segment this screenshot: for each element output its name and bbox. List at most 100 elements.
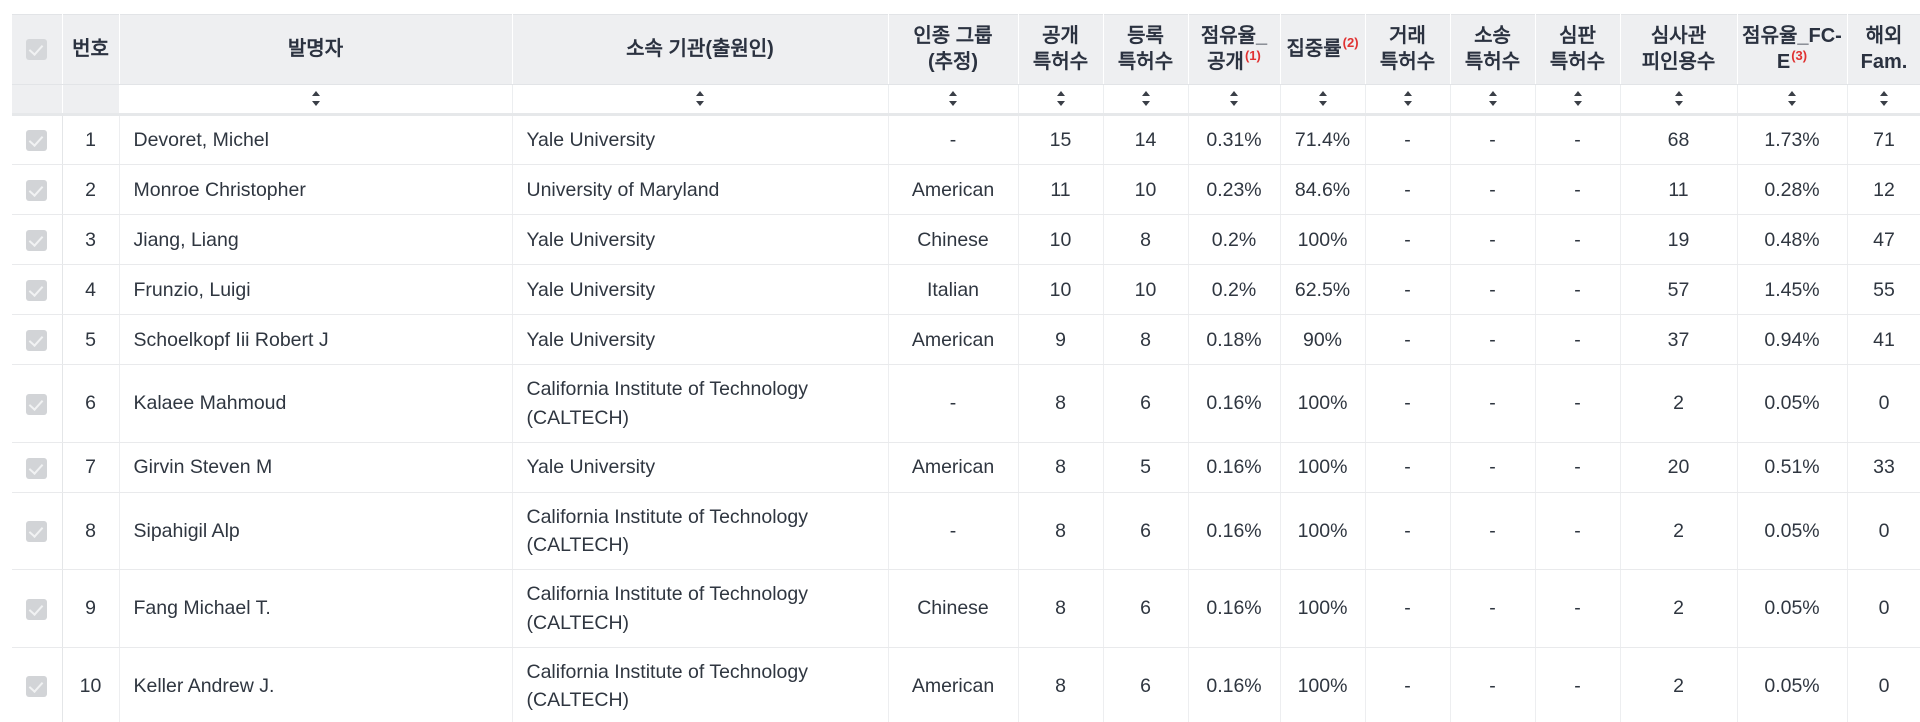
- column-header-ethnic[interactable]: 인종 그룹(추정): [888, 14, 1019, 85]
- column-header-no: 번호: [62, 14, 120, 85]
- sort-updown-icon[interactable]: [1228, 90, 1240, 108]
- sort-updown-icon[interactable]: [694, 90, 706, 108]
- sort-cell-pub[interactable]: [1018, 84, 1104, 116]
- cell-text: 2: [1673, 392, 1684, 415]
- column-header-label: 거래 특허수: [1379, 24, 1436, 73]
- sort-cell-litigation[interactable]: [1450, 84, 1536, 116]
- cell-text: 8: [85, 519, 96, 542]
- cell-text: 0.2%: [1211, 278, 1257, 301]
- row-select-cell[interactable]: [12, 364, 63, 443]
- column-header-foreign_fam[interactable]: 해외 Fam.: [1847, 14, 1920, 85]
- sort-updown-icon[interactable]: [1572, 90, 1584, 108]
- row-select-cell[interactable]: [12, 314, 63, 366]
- cell-reg: 6: [1103, 647, 1189, 722]
- cell-no: 1: [62, 114, 120, 166]
- row-select-cell[interactable]: [12, 114, 63, 166]
- cell-litigation: -: [1450, 264, 1536, 316]
- cell-inventor: Kalaee Mahmoud: [119, 364, 513, 443]
- row-checkbox[interactable]: [26, 329, 48, 351]
- cell-foreign_fam: 0: [1847, 364, 1920, 443]
- cell-share_pub: 0.16%: [1188, 647, 1281, 722]
- cell-inventor: Keller Andrew J.: [119, 647, 513, 722]
- row-checkbox[interactable]: [26, 598, 48, 620]
- column-header-litigation[interactable]: 소송 특허수: [1450, 14, 1536, 85]
- column-header-examiner_cit[interactable]: 심사관 피인용수: [1620, 14, 1738, 85]
- row-checkbox[interactable]: [26, 393, 48, 415]
- cell-share_pub: 0.31%: [1188, 114, 1281, 166]
- cell-concentration: 71.4%: [1280, 114, 1366, 166]
- sort-updown-icon[interactable]: [1317, 90, 1329, 108]
- cell-text: Monroe Christopher: [133, 178, 306, 201]
- row-select-cell[interactable]: [12, 569, 63, 648]
- sort-cell-inventor[interactable]: [119, 84, 513, 116]
- cell-text: 19: [1667, 228, 1690, 251]
- sort-updown-icon[interactable]: [310, 90, 322, 108]
- column-header-concentration[interactable]: 집중률(2): [1280, 14, 1366, 85]
- sort-updown-icon[interactable]: [1402, 90, 1414, 108]
- sort-cell-affiliation[interactable]: [512, 84, 889, 116]
- row-select-cell[interactable]: [12, 214, 63, 266]
- cell-reg: 8: [1103, 214, 1189, 266]
- column-header-share_pub[interactable]: 점유율_공개(1): [1188, 14, 1281, 85]
- table-row: 9 Fang Michael T. California Institute of …: [12, 569, 1920, 648]
- cell-litigation: -: [1450, 314, 1536, 366]
- cell-text: -: [949, 519, 957, 542]
- cell-pub: 10: [1018, 214, 1104, 266]
- cell-trade: -: [1365, 569, 1451, 648]
- sort-cell-foreign_fam[interactable]: [1847, 84, 1920, 116]
- row-select-cell[interactable]: [12, 164, 63, 216]
- row-select-cell[interactable]: [12, 647, 63, 722]
- select-all-checkbox[interactable]: [26, 38, 48, 60]
- cell-ethnic: Italian: [888, 264, 1019, 316]
- sort-updown-icon[interactable]: [1055, 90, 1067, 108]
- sort-updown-icon[interactable]: [1140, 90, 1152, 108]
- column-header-label: 해외 Fam.: [1860, 24, 1908, 73]
- column-header-trial[interactable]: 심판 특허수: [1535, 14, 1621, 85]
- cell-inventor: Girvin Steven M: [119, 442, 513, 493]
- cell-foreign_fam: 12: [1847, 164, 1920, 216]
- sort-updown-icon[interactable]: [947, 90, 959, 108]
- row-checkbox[interactable]: [26, 457, 48, 479]
- row-select-cell[interactable]: [12, 492, 63, 571]
- column-header-reg[interactable]: 등록 특허수: [1103, 14, 1189, 85]
- sort-updown-icon[interactable]: [1673, 90, 1685, 108]
- sort-cell-trade[interactable]: [1365, 84, 1451, 116]
- sort-cell-reg[interactable]: [1103, 84, 1189, 116]
- cell-no: 5: [62, 314, 120, 366]
- cell-text: 0.23%: [1206, 178, 1262, 201]
- sort-cell-share_fce[interactable]: [1737, 84, 1848, 116]
- sort-cell-ethnic[interactable]: [888, 84, 1019, 116]
- row-checkbox[interactable]: [26, 676, 48, 698]
- cell-examiner_cit: 2: [1620, 647, 1738, 722]
- cell-text: 57: [1667, 278, 1690, 301]
- column-header-label: 심사관 피인용수: [1641, 24, 1716, 73]
- table-row: 1 Devoret, Michel Yale University - 15 14 0.31…: [12, 114, 1920, 166]
- column-header-affiliation[interactable]: 소속 기관(출원인): [512, 14, 889, 85]
- column-header-trade[interactable]: 거래 특허수: [1365, 14, 1451, 85]
- cell-share_fce: 0.05%: [1737, 647, 1848, 722]
- cell-foreign_fam: 0: [1847, 569, 1920, 648]
- column-header-label: 발명자: [287, 37, 344, 60]
- sort-cell-concentration[interactable]: [1280, 84, 1366, 116]
- sort-cell-trial[interactable]: [1535, 84, 1621, 116]
- row-select-cell[interactable]: [12, 442, 63, 493]
- row-checkbox[interactable]: [26, 229, 48, 251]
- column-header-inventor[interactable]: 발명자: [119, 14, 513, 85]
- row-checkbox[interactable]: [26, 130, 48, 152]
- column-header-pub[interactable]: 공개 특허수: [1018, 14, 1104, 85]
- column-header-share_fce[interactable]: 점유율_FC-E(3): [1737, 14, 1848, 85]
- row-checkbox[interactable]: [26, 179, 48, 201]
- cell-affiliation: California Institute of Technology (CALT…: [512, 569, 889, 648]
- cell-text: 0: [1878, 392, 1890, 415]
- row-checkbox[interactable]: [26, 521, 48, 543]
- sort-cell-examiner_cit[interactable]: [1620, 84, 1738, 116]
- sort-updown-icon[interactable]: [1786, 90, 1798, 108]
- cell-text: 0.16%: [1206, 674, 1262, 697]
- cell-pub: 15: [1018, 114, 1104, 166]
- sort-updown-icon[interactable]: [1878, 90, 1890, 108]
- cell-share_fce: 0.05%: [1737, 569, 1848, 648]
- sort-cell-share_pub[interactable]: [1188, 84, 1281, 116]
- sort-updown-icon[interactable]: [1487, 90, 1499, 108]
- row-select-cell[interactable]: [12, 264, 63, 316]
- row-checkbox[interactable]: [26, 279, 48, 301]
